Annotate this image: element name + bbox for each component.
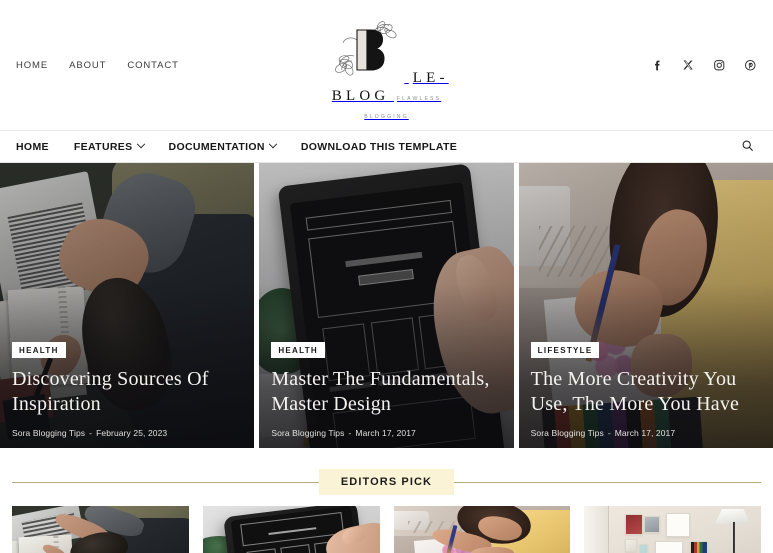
post-title[interactable]: Discovering Sources Of Inspiration — [12, 367, 242, 418]
post-date: March 17, 2017 — [614, 428, 676, 438]
post-title[interactable]: The More Creativity You Use, The More Yo… — [531, 367, 761, 418]
instagram-icon[interactable] — [712, 58, 726, 72]
primary-nav: HOME FEATURES DOCUMENTATION DOWNLOAD THI… — [0, 130, 773, 163]
post-card-body: HEALTH Master The Fundamentals, Master D… — [271, 340, 501, 438]
editors-pick-grid — [0, 496, 773, 553]
social-links — [650, 58, 757, 72]
featured-post-card-2[interactable]: HEALTH Master The Fundamentals, Master D… — [259, 163, 514, 448]
thumb-image-wall-gallery-lamp — [584, 506, 761, 553]
post-author[interactable]: Sora Blogging Tips — [531, 428, 604, 438]
top-utility-nav: HOME ABOUT CONTACT — [16, 60, 179, 71]
nav-item-documentation-label: DOCUMENTATION — [168, 140, 265, 153]
site-header: HOME ABOUT CONTACT LE-BLOG FLAWLESS BLOG… — [0, 0, 773, 130]
post-meta: Sora Blogging Tips - March 17, 2017 — [531, 428, 761, 438]
featured-post-card-3[interactable]: LIFESTYLE The More Creativity You Use, T… — [518, 163, 773, 448]
post-card-body: HEALTH Discovering Sources Of Inspiratio… — [12, 340, 242, 438]
nav-item-features-label: FEATURES — [73, 140, 133, 153]
search-button[interactable] — [737, 137, 757, 157]
nav-item-home-label: HOME — [16, 140, 49, 153]
editors-pick-item-3[interactable] — [393, 506, 571, 553]
chevron-down-icon — [268, 139, 278, 148]
meta-separator: - — [607, 428, 611, 438]
meta-separator: - — [348, 428, 352, 438]
chevron-down-icon — [136, 139, 145, 148]
post-author[interactable]: Sora Blogging Tips — [271, 428, 344, 438]
topnav-item-contact[interactable]: CONTACT — [127, 60, 179, 71]
editors-pick-item-4[interactable] — [584, 506, 761, 553]
editors-pick-item-2[interactable] — [202, 506, 380, 553]
logo-mark-floral-b — [324, 21, 408, 86]
topnav-item-about[interactable]: ABOUT — [69, 60, 106, 71]
thumb-image-tablet-wireframe — [202, 506, 380, 553]
site-logo[interactable]: LE-BLOG FLAWLESS BLOGGING — [322, 20, 452, 123]
topnav-item-home[interactable]: HOME — [16, 60, 48, 71]
search-icon — [741, 139, 754, 155]
post-meta: Sora Blogging Tips - March 17, 2017 — [271, 428, 501, 438]
category-badge[interactable]: LIFESTYLE — [530, 341, 600, 358]
editors-pick-label: EDITORS PICK — [318, 469, 455, 495]
thumb-image-laptop-couch — [12, 506, 189, 553]
post-card-body: LIFESTYLE The More Creativity You Use, T… — [530, 340, 761, 438]
category-badge[interactable]: HEALTH — [12, 341, 66, 358]
pinterest-icon[interactable] — [743, 58, 757, 72]
nav-item-features[interactable]: FEATURES — [73, 139, 145, 153]
featured-posts-grid: HEALTH Discovering Sources Of Inspiratio… — [0, 163, 773, 448]
nav-item-home[interactable]: HOME — [16, 141, 49, 153]
post-date: February 25, 2023 — [96, 428, 168, 438]
featured-post-card-1[interactable]: HEALTH Discovering Sources Of Inspiratio… — [0, 163, 255, 448]
editors-pick-heading: EDITORS PICK — [12, 468, 761, 496]
primary-nav-list: HOME FEATURES DOCUMENTATION DOWNLOAD THI… — [16, 139, 457, 153]
post-author[interactable]: Sora Blogging Tips — [12, 428, 85, 438]
category-badge[interactable]: HEALTH — [271, 341, 325, 358]
x-twitter-icon[interactable] — [681, 58, 695, 72]
post-title[interactable]: Master The Fundamentals, Master Design — [271, 367, 501, 418]
post-meta: Sora Blogging Tips - February 25, 2023 — [12, 428, 242, 438]
editors-pick-item-1[interactable] — [12, 506, 189, 553]
nav-item-download-template-label: DOWNLOAD THIS TEMPLATE — [300, 140, 458, 153]
facebook-icon[interactable] — [650, 58, 664, 72]
thumb-image-child-painting — [393, 506, 571, 553]
post-date: March 17, 2017 — [355, 428, 416, 438]
nav-item-documentation[interactable]: DOCUMENTATION — [168, 139, 278, 153]
nav-item-download-template[interactable]: DOWNLOAD THIS TEMPLATE — [301, 141, 457, 153]
meta-separator: - — [89, 428, 93, 438]
